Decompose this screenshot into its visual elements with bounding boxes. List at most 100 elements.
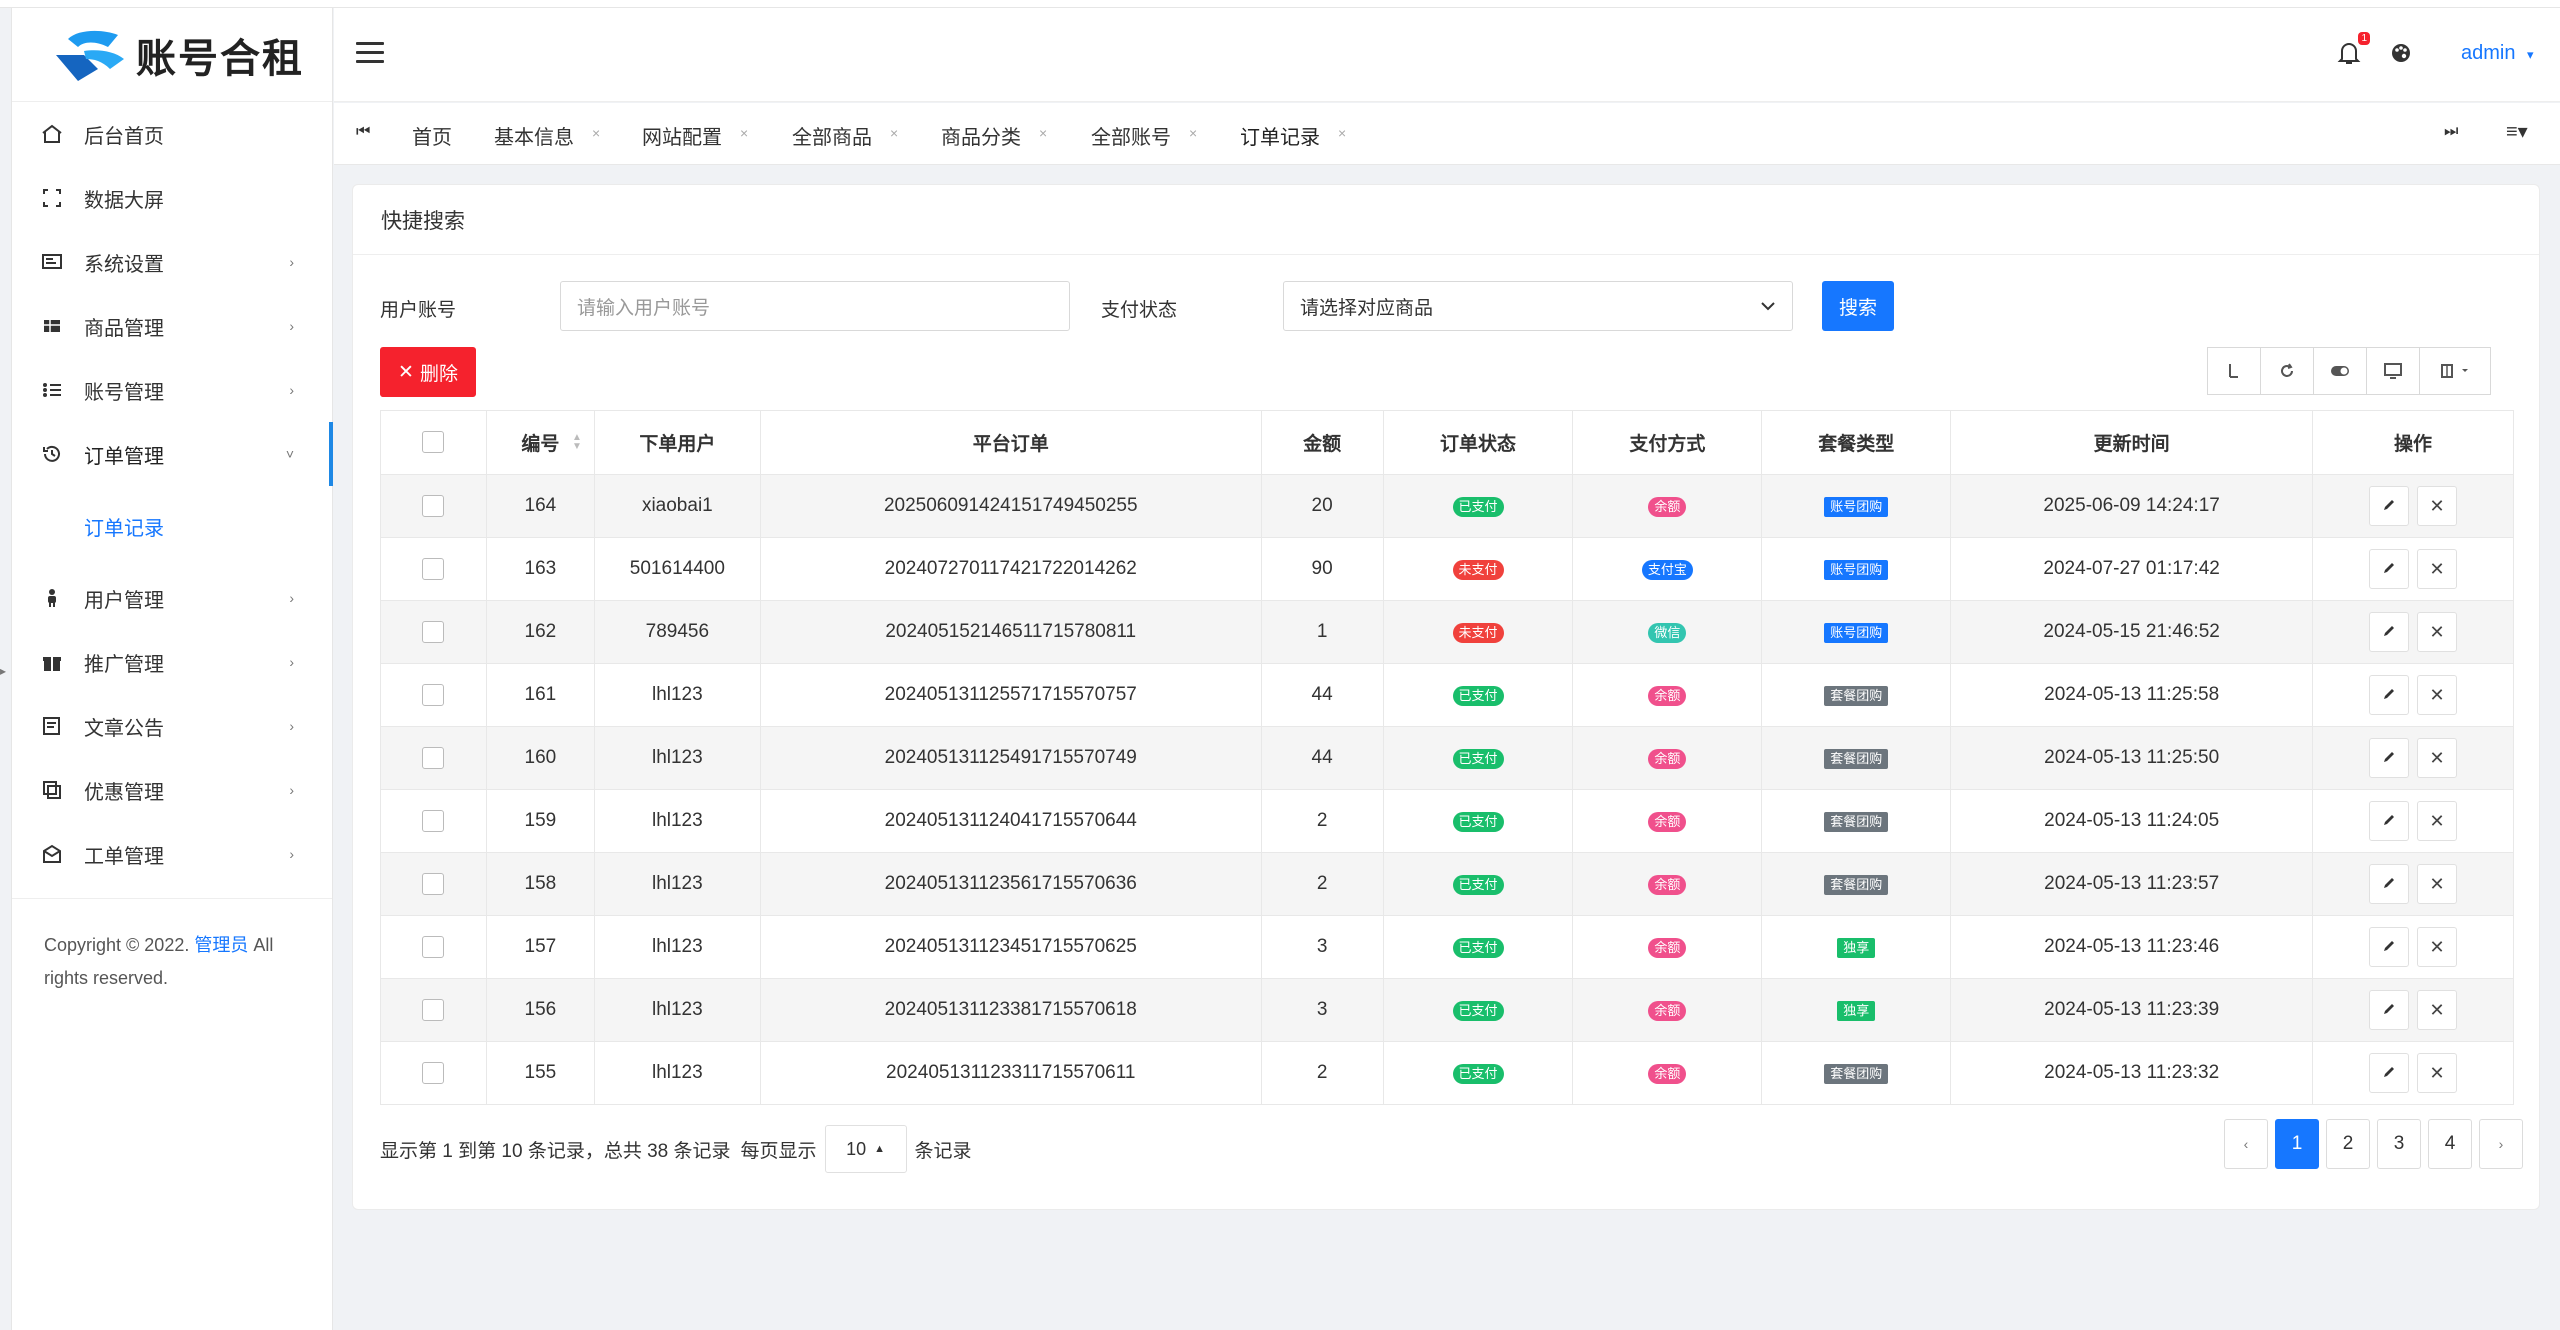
column-header[interactable]: 下单用户 bbox=[593, 410, 761, 475]
sidebar-item-home[interactable]: 后台首页 bbox=[12, 102, 332, 166]
palette-icon[interactable] bbox=[2386, 38, 2416, 68]
row-checkbox[interactable] bbox=[422, 494, 445, 517]
menu-toggle-icon[interactable] bbox=[356, 42, 384, 66]
tab-home[interactable]: 首页 bbox=[412, 121, 452, 150]
pay-status-select[interactable]: 请选择对应商品 bbox=[1283, 281, 1793, 331]
row-checkbox[interactable] bbox=[422, 620, 445, 643]
sidebar-item-products[interactable]: 商品管理 › bbox=[12, 294, 332, 358]
page-button[interactable]: 2 bbox=[2326, 1119, 2370, 1169]
prev-page-button[interactable]: ‹ bbox=[2224, 1119, 2268, 1169]
table-row[interactable]: 160 lhl123 202405131125491715570749 44 已支付 余额… bbox=[380, 726, 2514, 790]
columns-icon[interactable] bbox=[2419, 347, 2491, 395]
select-all-checkbox[interactable] bbox=[422, 431, 445, 454]
close-icon[interactable]: × bbox=[1039, 125, 1047, 141]
tab-menu-icon[interactable]: ≡▾ bbox=[2506, 119, 2528, 144]
delete-row-button[interactable]: ✕ bbox=[2417, 990, 2458, 1030]
delete-row-button[interactable]: ✕ bbox=[2417, 864, 2458, 904]
page-button[interactable]: 3 bbox=[2377, 1119, 2421, 1169]
sidebar-item-datascreen[interactable]: 数据大屏 bbox=[12, 166, 332, 230]
tab-order-records[interactable]: 订单记录 bbox=[1240, 121, 1320, 150]
edit-button[interactable] bbox=[2369, 990, 2410, 1030]
scroll-left-icon[interactable]: ⏮ bbox=[356, 123, 370, 141]
row-checkbox[interactable] bbox=[422, 683, 445, 706]
column-header[interactable]: 平台订单 bbox=[759, 410, 1262, 475]
table-row[interactable]: 162 789456 202405152146511715780811 1 未支付 微信 账… bbox=[380, 600, 2514, 664]
user-menu[interactable]: admin ▾ bbox=[2461, 42, 2534, 65]
edit-button[interactable] bbox=[2369, 864, 2410, 904]
logo[interactable]: 账号合租 bbox=[12, 8, 332, 102]
delete-row-button[interactable]: ✕ bbox=[2417, 927, 2458, 967]
delete-row-button[interactable]: ✕ bbox=[2417, 549, 2458, 589]
row-checkbox[interactable] bbox=[422, 935, 445, 958]
tab-all-accounts[interactable]: 全部账号 bbox=[1091, 121, 1171, 150]
search-button[interactable]: 搜索 bbox=[1822, 281, 1894, 331]
edit-button[interactable] bbox=[2369, 738, 2410, 778]
tab-categories[interactable]: 商品分类 bbox=[941, 121, 1021, 150]
table-row[interactable]: 159 lhl123 202405131124041715570644 2 已支付 余额 套… bbox=[380, 789, 2514, 853]
page-size-select[interactable]: 10 ▲ bbox=[824, 1125, 907, 1173]
tab-all-products[interactable]: 全部商品 bbox=[792, 121, 872, 150]
page-button[interactable]: 1 bbox=[2275, 1119, 2319, 1169]
edit-button[interactable] bbox=[2369, 927, 2410, 967]
close-icon[interactable]: × bbox=[592, 125, 600, 141]
row-checkbox[interactable] bbox=[422, 1061, 445, 1084]
close-icon[interactable]: × bbox=[740, 125, 748, 141]
copyright-admin-link[interactable]: 管理员 bbox=[194, 935, 248, 955]
row-checkbox[interactable] bbox=[422, 809, 445, 832]
edit-button[interactable] bbox=[2369, 675, 2410, 715]
row-checkbox[interactable] bbox=[422, 872, 445, 895]
table-row[interactable]: 161 lhl123 202405131125571715570757 44 已支付 余额… bbox=[380, 663, 2514, 727]
delete-row-button[interactable]: ✕ bbox=[2417, 486, 2458, 526]
edit-button[interactable] bbox=[2369, 1053, 2410, 1093]
delete-row-button[interactable]: ✕ bbox=[2417, 801, 2458, 841]
row-checkbox[interactable] bbox=[422, 746, 445, 769]
sidebar-item-coupons[interactable]: 优惠管理 › bbox=[12, 758, 332, 822]
bookmark-icon[interactable] bbox=[2207, 347, 2261, 395]
column-header[interactable]: 套餐类型 bbox=[1761, 410, 1952, 475]
column-header[interactable]: 订单状态 bbox=[1382, 410, 1574, 475]
edit-button[interactable] bbox=[2369, 486, 2410, 526]
column-header[interactable]: 更新时间 bbox=[1950, 410, 2314, 475]
bell-icon[interactable]: 1 bbox=[2334, 32, 2370, 68]
close-icon[interactable]: × bbox=[1189, 125, 1197, 141]
next-page-button[interactable]: › bbox=[2479, 1119, 2523, 1169]
table-row[interactable]: 163 501614400 202407270117421722014262 90 未支… bbox=[380, 537, 2514, 601]
column-header[interactable]: 编号 ▲ ▼ bbox=[485, 410, 595, 475]
close-icon[interactable]: × bbox=[1338, 125, 1346, 141]
scroll-right-icon[interactable]: ⏭ bbox=[2444, 123, 2458, 141]
refresh-icon[interactable] bbox=[2260, 347, 2314, 395]
sidebar-subitem-order-records[interactable]: 订单记录 bbox=[12, 486, 332, 566]
page-button[interactable]: 4 bbox=[2428, 1119, 2472, 1169]
delete-row-button[interactable]: ✕ bbox=[2417, 738, 2458, 778]
row-checkbox[interactable] bbox=[422, 998, 445, 1021]
user-account-input[interactable]: 请输入用户账号 bbox=[560, 281, 1070, 331]
delete-row-button[interactable]: ✕ bbox=[2417, 675, 2458, 715]
edit-button[interactable] bbox=[2369, 801, 2410, 841]
sidebar-item-promotion[interactable]: 推广管理 › bbox=[12, 630, 332, 694]
table-row[interactable]: 157 lhl123 202405131123451715570625 3 已支付 余额 独… bbox=[380, 915, 2514, 979]
sidebar-item-articles[interactable]: 文章公告 › bbox=[12, 694, 332, 758]
close-icon[interactable]: × bbox=[890, 125, 898, 141]
delete-button[interactable]: ✕ 删除 bbox=[380, 347, 476, 397]
table-row[interactable]: 164 xiaobai1 202506091424151749450255 20 已支付… bbox=[380, 474, 2514, 538]
row-checkbox[interactable] bbox=[422, 557, 445, 580]
delete-row-button[interactable]: ✕ bbox=[2417, 1053, 2458, 1093]
sidebar-item-accounts[interactable]: 账号管理 › bbox=[12, 358, 332, 422]
column-header[interactable]: 金额 bbox=[1260, 410, 1384, 475]
edit-button[interactable] bbox=[2369, 612, 2410, 652]
tab-site-config[interactable]: 网站配置 bbox=[642, 121, 722, 150]
table-row[interactable]: 155 lhl123 202405131123311715570611 2 已支付 余额 套… bbox=[380, 1041, 2514, 1105]
tab-basic-info[interactable]: 基本信息 bbox=[494, 121, 574, 150]
sidebar-item-settings[interactable]: 系统设置 › bbox=[12, 230, 332, 294]
sidebar-item-users[interactable]: 用户管理 › bbox=[12, 566, 332, 630]
table-row[interactable]: 156 lhl123 202405131123381715570618 3 已支付 余额 独… bbox=[380, 978, 2514, 1042]
delete-row-button[interactable]: ✕ bbox=[2417, 612, 2458, 652]
cell-id: 163 bbox=[485, 537, 595, 601]
edit-button[interactable] bbox=[2369, 549, 2410, 589]
monitor-icon[interactable] bbox=[2366, 347, 2420, 395]
toggle-icon[interactable] bbox=[2313, 347, 2367, 395]
table-row[interactable]: 158 lhl123 202405131123561715570636 2 已支付 余额 套… bbox=[380, 852, 2514, 916]
sidebar-item-orders[interactable]: 订单管理 ˅ bbox=[12, 422, 333, 486]
column-header[interactable]: 支付方式 bbox=[1572, 410, 1763, 475]
sidebar-item-tickets[interactable]: 工单管理 › bbox=[12, 822, 332, 886]
